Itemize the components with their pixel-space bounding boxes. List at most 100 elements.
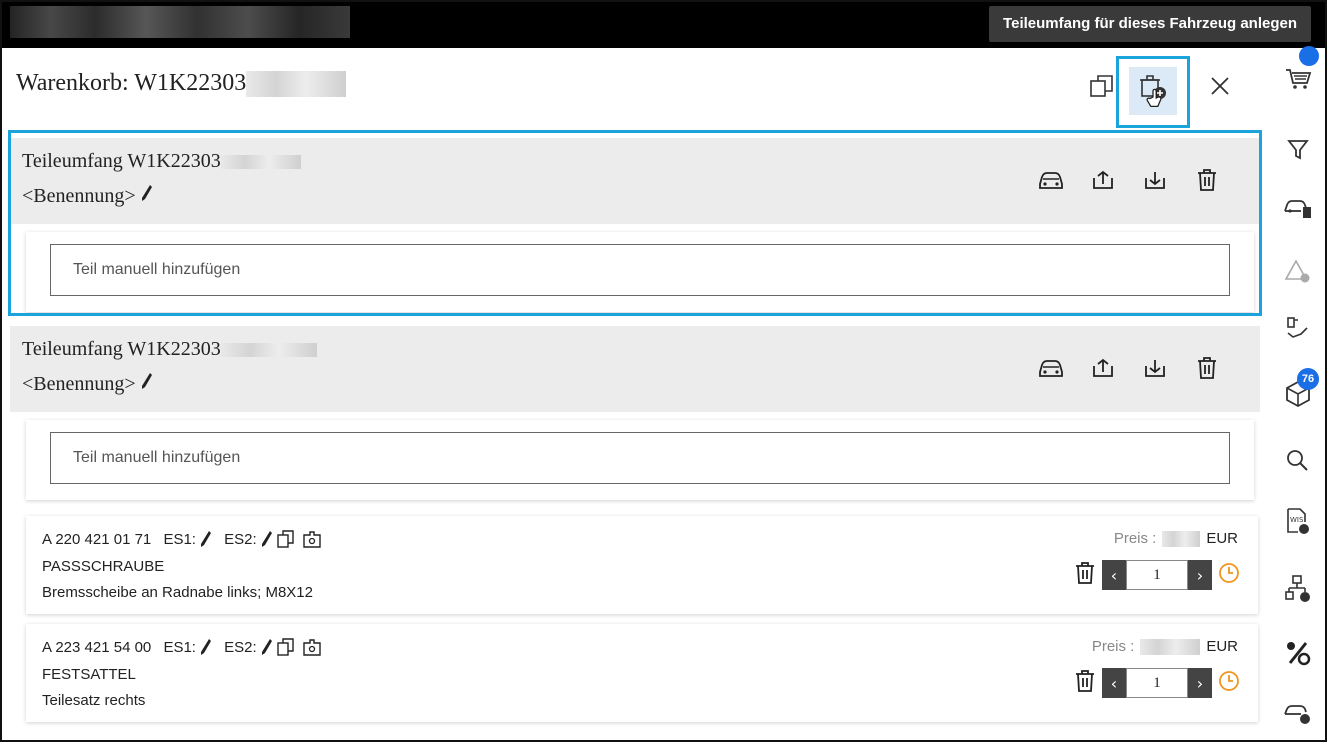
filter-icon[interactable]	[1277, 128, 1319, 170]
redacted-price	[1162, 530, 1201, 547]
trash-icon[interactable]	[1074, 561, 1096, 589]
section-actions	[1036, 354, 1222, 382]
top-bar: Teileumfang für dieses Fahrzeug anlegen	[2, 2, 1325, 48]
clock-icon[interactable]	[1218, 562, 1240, 588]
cart-panel: Warenkorb: W1K22303 Teileumfang W1K22303…	[2, 48, 1267, 740]
currency: EUR	[1206, 530, 1238, 547]
blurred-header-area	[10, 6, 350, 38]
es2-label: ES2:	[224, 530, 257, 548]
price: Preis : EUR	[1092, 638, 1238, 655]
parts-box-icon[interactable]: 76	[1277, 368, 1319, 414]
vehicle-icon[interactable]	[1036, 166, 1066, 194]
oil-service-icon[interactable]	[1277, 308, 1319, 350]
part-number: A 220 421 01 71	[42, 530, 152, 548]
quantity-stepper: ‹ 1 ›	[1102, 560, 1212, 590]
close-icon[interactable]	[1202, 68, 1238, 104]
export-icon[interactable]	[1088, 166, 1118, 194]
tooltip: Teileumfang für dieses Fahrzeug anlegen	[989, 6, 1311, 42]
right-sidebar: 76 WIS	[1267, 46, 1325, 740]
pencil-icon[interactable]	[200, 638, 212, 656]
es2-label: ES2:	[224, 638, 257, 656]
manual-add-card	[26, 420, 1254, 500]
export-icon[interactable]	[1088, 354, 1118, 382]
increment-button[interactable]: ›	[1188, 560, 1212, 590]
redacted-vin	[220, 343, 317, 358]
redacted-vin	[246, 71, 347, 98]
currency: EUR	[1206, 638, 1238, 655]
section-name[interactable]: <Benennung>	[22, 184, 153, 208]
clock-icon[interactable]	[1218, 670, 1240, 696]
vehicle-icon[interactable]	[1036, 354, 1066, 382]
es1-label: ES1:	[163, 638, 196, 656]
section-title: Teileumfang W1K22303	[22, 150, 301, 173]
section-header: Teileumfang W1K22303 <Benennung>	[10, 138, 1260, 224]
part-description: Teilesatz rechts	[42, 692, 146, 709]
warning-icon[interactable]	[1277, 250, 1319, 292]
copy-icon[interactable]	[276, 638, 297, 656]
parts-count-badge: 76	[1297, 368, 1319, 390]
pencil-icon	[141, 185, 152, 201]
vehicle-settings-icon[interactable]	[1277, 692, 1319, 734]
part-number: A 223 421 54 00	[42, 638, 152, 656]
section-actions	[1036, 166, 1222, 194]
price-label: Preis :	[1091, 638, 1135, 655]
parts-puzzle-icon[interactable]	[301, 638, 323, 656]
trash-icon[interactable]	[1192, 166, 1222, 194]
copy-icon[interactable]	[276, 530, 297, 548]
section-name[interactable]: <Benennung>	[22, 372, 153, 396]
quantity-row: ‹ 1 ›	[1074, 668, 1240, 698]
add-parts-scope-button[interactable]	[1129, 67, 1177, 115]
redacted-vin	[220, 155, 301, 170]
manual-add-input[interactable]	[50, 432, 1230, 484]
discount-icon[interactable]	[1277, 632, 1319, 674]
section-name-text: <Benennung>	[22, 185, 136, 207]
trash-icon[interactable]	[1192, 354, 1222, 382]
trash-icon[interactable]	[1074, 669, 1096, 697]
pencil-icon[interactable]	[200, 530, 212, 548]
price-label: Preis :	[1113, 530, 1157, 547]
section-header: Teileumfang W1K22303 <Benennung>	[10, 326, 1260, 412]
increment-button[interactable]: ›	[1188, 668, 1212, 698]
section-title-text: Teileumfang W1K22303	[22, 150, 221, 172]
cart-header: Warenkorb: W1K22303	[2, 48, 1267, 128]
part-item: A 220 421 01 71 ES1: ES2: PASSSCHRAUBE B…	[26, 516, 1258, 614]
section-title-text: Teileumfang W1K22303	[22, 338, 221, 360]
es1-label: ES1:	[163, 530, 196, 548]
price: Preis : EUR	[1114, 530, 1238, 547]
manual-add-input[interactable]	[50, 244, 1230, 296]
app-frame: Teileumfang für dieses Fahrzeug anlegen …	[0, 0, 1327, 742]
manual-add-card	[26, 232, 1254, 312]
decrement-button[interactable]: ‹	[1102, 668, 1126, 698]
basket-add-icon	[1140, 75, 1166, 108]
section-title: Teileumfang W1K22303	[22, 338, 317, 361]
pencil-icon[interactable]	[261, 638, 273, 656]
parts-scope-section: Teileumfang W1K22303 <Benennung>	[10, 138, 1260, 318]
part-name: FESTSATTEL	[42, 666, 136, 683]
add-parts-scope-button-highlight	[1116, 56, 1190, 128]
import-icon[interactable]	[1140, 166, 1170, 194]
pencil-icon[interactable]	[261, 530, 273, 548]
quantity-row: ‹ 1 ›	[1074, 560, 1240, 590]
structure-icon[interactable]	[1277, 568, 1319, 610]
import-icon[interactable]	[1140, 354, 1170, 382]
vehicle-data-icon[interactable]	[1277, 186, 1319, 228]
wis-icon[interactable]: WIS	[1277, 500, 1319, 542]
redacted-price	[1140, 638, 1201, 655]
part-name: PASSSCHRAUBE	[42, 558, 165, 575]
parts-puzzle-icon[interactable]	[301, 530, 323, 548]
part-line-1: A 223 421 54 00 ES1: ES2:	[42, 638, 323, 656]
cart-icon[interactable]	[1277, 46, 1319, 100]
part-line-1: A 220 421 01 71 ES1: ES2:	[42, 530, 323, 548]
notification-dot	[1299, 46, 1319, 66]
search-icon[interactable]	[1277, 440, 1319, 482]
quantity-value[interactable]: 1	[1126, 560, 1188, 590]
svg-text:WIS: WIS	[1290, 516, 1304, 524]
pencil-icon	[141, 373, 152, 389]
quantity-stepper: ‹ 1 ›	[1102, 668, 1212, 698]
section-name-text: <Benennung>	[22, 373, 136, 395]
part-description: Bremsscheibe an Radnabe links; M8X12	[42, 584, 313, 601]
part-item: A 223 421 54 00 ES1: ES2: FESTSATTEL Tei…	[26, 624, 1258, 722]
decrement-button[interactable]: ‹	[1102, 560, 1126, 590]
copy-icon[interactable]	[1084, 68, 1120, 104]
quantity-value[interactable]: 1	[1126, 668, 1188, 698]
